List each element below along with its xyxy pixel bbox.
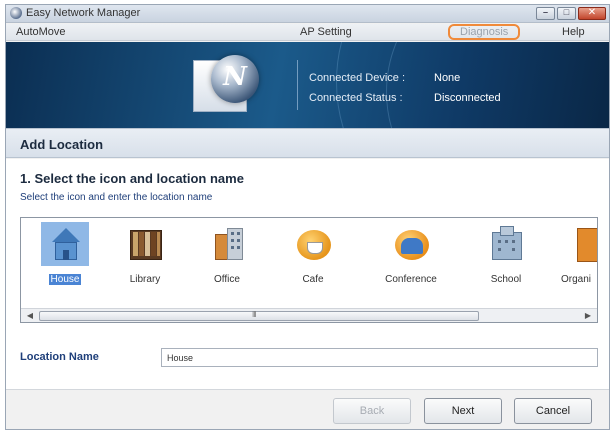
- section-header: Add Location: [6, 128, 609, 158]
- location-option-school[interactable]: School: [466, 226, 546, 296]
- step-title: 1. Select the icon and location name: [20, 171, 244, 186]
- location-option-label: Office: [214, 274, 240, 285]
- step-subtitle: Select the icon and enter the location n…: [20, 192, 213, 203]
- menu-bar: AutoMove AP Setting Diagnosis Help: [6, 24, 609, 41]
- location-option-label: Cafe: [302, 274, 324, 285]
- location-option-label: School: [490, 274, 522, 285]
- location-option-library[interactable]: Library: [105, 226, 185, 296]
- section-title: Add Location: [20, 137, 104, 152]
- maximize-button[interactable]: □: [557, 7, 576, 20]
- menu-diagnosis[interactable]: Diagnosis: [448, 24, 521, 40]
- cafe-icon: [295, 226, 333, 262]
- scrollbar-grip: III: [252, 310, 257, 319]
- location-option-label: Conference: [385, 274, 437, 285]
- location-option-office[interactable]: Office: [187, 226, 267, 296]
- next-button[interactable]: Next: [424, 398, 502, 424]
- connected-status-label: Connected Status :: [309, 92, 403, 104]
- conference-icon: [393, 226, 431, 262]
- connected-status-value: Disconnected: [434, 92, 501, 104]
- status-banner: N Connected Device : None Connected Stat…: [6, 42, 609, 128]
- scrollbar-thumb[interactable]: III: [39, 310, 479, 321]
- wizard-footer: Back Next Cancel: [6, 389, 609, 429]
- minimize-icon: –: [542, 7, 548, 17]
- location-option-conference[interactable]: Conference: [371, 226, 451, 296]
- location-option-label: Organi: [561, 274, 592, 285]
- school-icon: [488, 226, 526, 262]
- logo-letter: N: [223, 62, 247, 92]
- location-option-label: Library: [129, 274, 161, 285]
- maximize-icon: □: [563, 7, 570, 17]
- back-button[interactable]: Back: [333, 398, 411, 424]
- house-icon: [47, 226, 85, 262]
- app-window: Easy Network Manager – □ ✕ AutoMove AP S…: [5, 4, 610, 430]
- horizontal-scrollbar[interactable]: ◀ III ▶: [21, 308, 597, 322]
- location-option-house[interactable]: House: [25, 222, 105, 296]
- connected-device-value: None: [434, 72, 461, 84]
- location-option-label: House: [49, 274, 81, 285]
- connected-device-label: Connected Device :: [309, 72, 405, 84]
- location-name-label: Location Name: [20, 351, 99, 363]
- office-icon: [209, 226, 247, 262]
- title-bar: Easy Network Manager – □ ✕: [6, 5, 609, 23]
- menu-help[interactable]: Help: [558, 26, 589, 38]
- location-name-input[interactable]: [161, 348, 598, 367]
- location-option-organization[interactable]: Organi: [537, 226, 597, 296]
- banner-decoration: [386, 42, 609, 128]
- location-option-cafe[interactable]: Cafe: [273, 226, 353, 296]
- menu-automove[interactable]: AutoMove: [12, 26, 70, 38]
- add-location-panel: 1. Select the icon and location name Sel…: [6, 159, 609, 389]
- close-button[interactable]: ✕: [578, 7, 606, 20]
- close-icon: ✕: [587, 7, 597, 18]
- library-icon: [127, 226, 165, 262]
- app-logo-icon: [10, 7, 22, 19]
- scroll-left-arrow-icon[interactable]: ◀: [23, 310, 37, 322]
- menu-ap-setting[interactable]: AP Setting: [296, 26, 356, 38]
- organization-icon: [567, 226, 597, 262]
- banner-divider: [297, 60, 298, 110]
- minimize-button[interactable]: –: [536, 7, 555, 20]
- window-title: Easy Network Manager: [26, 7, 141, 19]
- scroll-right-arrow-icon[interactable]: ▶: [581, 310, 595, 322]
- cancel-button[interactable]: Cancel: [514, 398, 592, 424]
- location-icon-list: House Library Office Cafe Conference Sch…: [20, 217, 598, 323]
